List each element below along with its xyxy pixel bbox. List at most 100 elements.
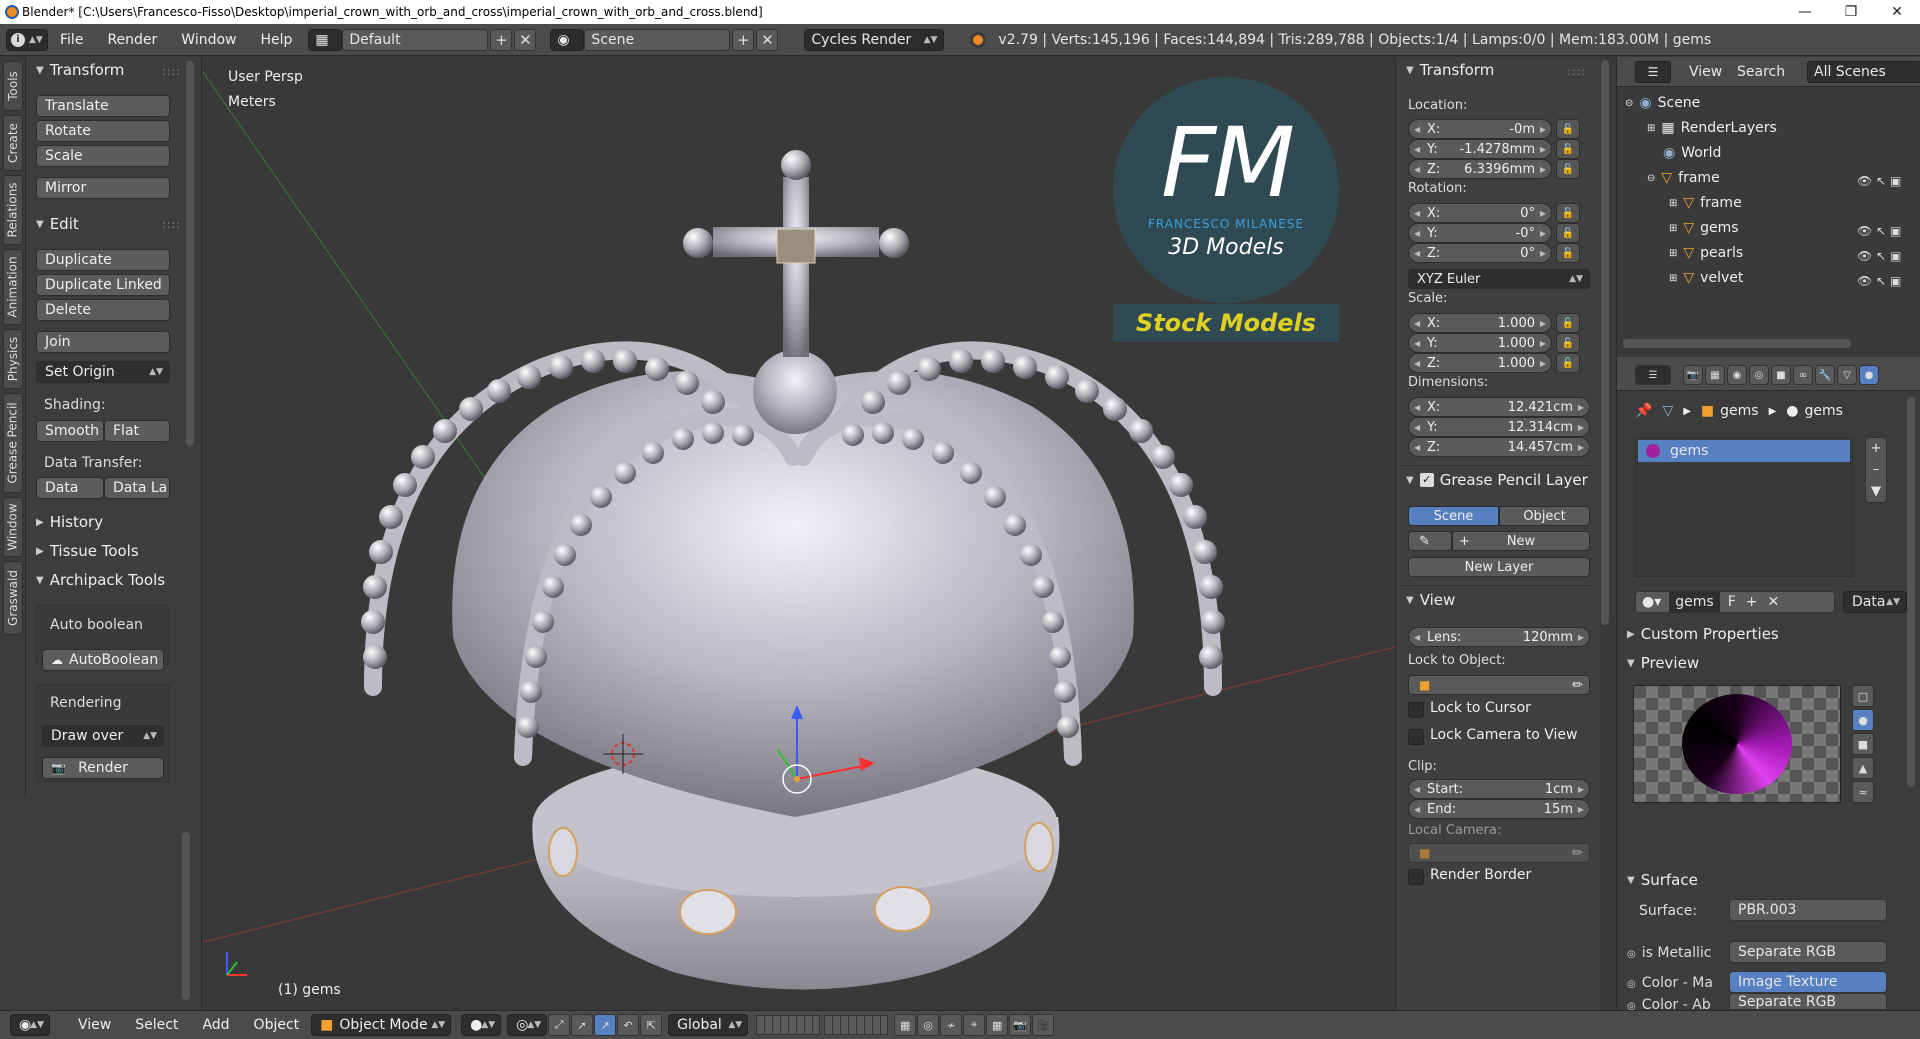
menu-view[interactable]: View (78, 1017, 111, 1033)
close-icon[interactable]: ✕ (1767, 594, 1779, 610)
scale-z-field[interactable]: ◀ Z: 1.000 ▶ (1408, 353, 1552, 373)
set-origin-select[interactable]: Set Origin ▲▼ (36, 361, 170, 383)
menu-select[interactable]: Select (135, 1017, 178, 1033)
modifiers-tab-icon[interactable]: 🔧 (1815, 365, 1835, 385)
display-mode-select[interactable]: All Scenes (1807, 61, 1920, 83)
draw-over-select[interactable]: Draw over ▲▼ (42, 725, 164, 747)
outliner-row-gems[interactable]: ⊞ ▽ gems (1669, 216, 1739, 240)
remove-layout-button[interactable]: ✕ (514, 28, 537, 51)
tab-relations[interactable]: Relations (3, 175, 23, 245)
pencil-icon[interactable]: ✎ (1408, 531, 1452, 551)
local-camera-field[interactable]: ■ ✏ (1408, 843, 1590, 863)
scene-icon[interactable]: ◉ (550, 28, 585, 51)
cursor-icon[interactable]: ↖ (1876, 174, 1886, 188)
scale-x-field[interactable]: ◀ X: 1.000 ▶ (1408, 313, 1552, 333)
dimension-z-field[interactable]: ◀ Z: 14.457cm ▶ (1408, 437, 1590, 457)
data-tab-icon[interactable]: ▽ (1837, 365, 1857, 385)
color-ma-input[interactable]: Image Texture (1729, 971, 1887, 993)
view-panel-header[interactable]: ▼ View (1406, 591, 1455, 609)
proportional-falloff-icon[interactable]: ≁ (940, 1014, 963, 1036)
plus-icon[interactable]: + (1746, 594, 1758, 610)
layout-icon[interactable]: ▦ (308, 28, 343, 51)
tab-grease-pencil[interactable]: Grease Pencil (3, 393, 23, 493)
outliner-editor-icon[interactable]: ☰ (1635, 61, 1671, 83)
menu-help[interactable]: Help (260, 32, 292, 48)
rotation-z-field[interactable]: ◀ Z: 0° ▶ (1408, 243, 1552, 263)
camera-icon[interactable]: ▣ (1890, 224, 1901, 238)
outliner-row-renderlayers[interactable]: ⊞ ▦ RenderLayers (1647, 116, 1777, 140)
expand-icon[interactable]: ⊞ (1669, 198, 1677, 209)
properties-editor-icon[interactable]: ☰ (1635, 365, 1671, 385)
duplicate-button[interactable]: Duplicate (36, 249, 170, 271)
editor-type-button[interactable]: ◉ ▲▼ (10, 1014, 50, 1036)
lock-icon[interactable]: 🔓 (1556, 243, 1580, 263)
render-button[interactable]: 📷 Render (42, 757, 164, 779)
tab-window[interactable]: Window (3, 497, 23, 557)
mirror-button[interactable]: Mirror (36, 177, 170, 199)
outliner-row-velvet[interactable]: ⊞ ▽ velvet (1669, 266, 1743, 290)
link-data-select[interactable]: Data ▲▼ (1843, 591, 1907, 613)
clip-start-field[interactable]: ◀ Start: 1cm ▶ (1408, 779, 1590, 799)
constraints-tab-icon[interactable]: ∞ (1793, 365, 1813, 385)
delete-button[interactable]: Delete (36, 299, 170, 321)
menu-add[interactable]: Add (202, 1017, 229, 1033)
checkbox-checked-icon[interactable]: ✓ (1419, 473, 1434, 487)
data-layout-button[interactable]: Data La (104, 477, 170, 499)
tab-physics[interactable]: Physics (3, 329, 23, 389)
eye-icon[interactable]: 👁 (1857, 174, 1872, 188)
eye-icon[interactable]: 👁 (1857, 249, 1872, 263)
outliner-row-frame[interactable]: ⊝ ▽ frame (1647, 166, 1720, 190)
history-panel-header[interactable]: ▶ History (36, 513, 103, 531)
lock-camera-checkbox[interactable] (1408, 729, 1424, 745)
location-y-field[interactable]: ◀ Y: -1.4278mm ▶ (1408, 139, 1552, 159)
minimize-icon[interactable]: — (1782, 0, 1828, 24)
translate-manipulator-icon[interactable]: ↗ (594, 1014, 617, 1036)
monkey-icon[interactable]: ▲ (1852, 757, 1874, 779)
lock-icon[interactable]: 🔓 (1556, 223, 1580, 243)
object-tab-icon[interactable]: ■ (1771, 365, 1791, 385)
scale-button[interactable]: Scale (36, 145, 170, 167)
editor-type-button[interactable]: i ▲▼ (6, 28, 48, 51)
manipulator-toggle-icon[interactable]: ⤢ (548, 1014, 571, 1036)
camera-icon[interactable]: ▣ (1890, 274, 1901, 288)
lock-to-cursor-checkbox[interactable] (1408, 702, 1424, 718)
n-panel-scrollbar[interactable] (1601, 60, 1609, 625)
menu-object[interactable]: Object (254, 1017, 300, 1033)
menu-render[interactable]: Render (107, 32, 157, 48)
material-slot-list[interactable]: gems (1635, 437, 1853, 577)
rotation-mode-select[interactable]: XYZ Euler ▲▼ (1408, 269, 1590, 289)
shading-select[interactable]: ● ▲▼ (461, 1014, 502, 1036)
outliner-hscrollbar[interactable] (1623, 339, 1851, 348)
is-metallic-input[interactable]: Separate RGB (1729, 941, 1887, 963)
pivot-select[interactable]: ◎ ▲▼ (507, 1014, 548, 1036)
hair-icon[interactable]: ≈ (1852, 781, 1874, 803)
layers-tab-icon[interactable]: ▦ (1705, 365, 1725, 385)
snap-icon[interactable]: ⌖ (963, 1014, 986, 1036)
data-button[interactable]: Data (36, 477, 104, 499)
camera-icon[interactable]: ▣ (1890, 174, 1901, 188)
eye-icon[interactable]: 👁 (1857, 224, 1872, 238)
scene-field[interactable]: Scene (584, 28, 731, 51)
gp-scene-toggle[interactable]: Scene (1408, 506, 1499, 526)
layer-buttons-2[interactable] (824, 1015, 889, 1035)
scene-tab-icon[interactable]: ◉ (1727, 365, 1747, 385)
join-button[interactable]: Join (36, 331, 170, 353)
lock-icon[interactable]: 🔓 (1556, 119, 1580, 139)
dimension-x-field[interactable]: ◀ X: 12.421cm ▶ (1408, 397, 1590, 417)
lock-icon[interactable]: 🔓 (1556, 159, 1580, 179)
transform-panel-header[interactable]: ▼ Transform (36, 61, 124, 79)
custom-properties-header[interactable]: ▶ Custom Properties (1627, 625, 1779, 643)
proportional-edit-icon[interactable]: ◎ (917, 1014, 940, 1036)
grease-pencil-layer-header[interactable]: ▼ ✓ Grease Pencil Layer (1406, 471, 1588, 489)
fake-user-toggle[interactable]: F (1728, 594, 1736, 610)
camera-icon[interactable]: ▣ (1890, 249, 1901, 263)
rotation-y-field[interactable]: ◀ Y: -0° ▶ (1408, 223, 1552, 243)
add-scene-button[interactable]: + (732, 28, 755, 51)
properties-scrollbar[interactable] (1907, 397, 1915, 787)
outliner-row-pearls[interactable]: ⊞ ▽ pearls (1669, 241, 1743, 265)
cube-icon[interactable]: ■ (1852, 733, 1874, 755)
smooth-button[interactable]: Smooth (36, 420, 104, 442)
outliner-row-frame-child[interactable]: ⊞ ▽ frame (1669, 191, 1742, 215)
expand-icon[interactable]: ⊞ (1647, 123, 1655, 134)
snap-element-icon[interactable]: ▦ (986, 1014, 1009, 1036)
